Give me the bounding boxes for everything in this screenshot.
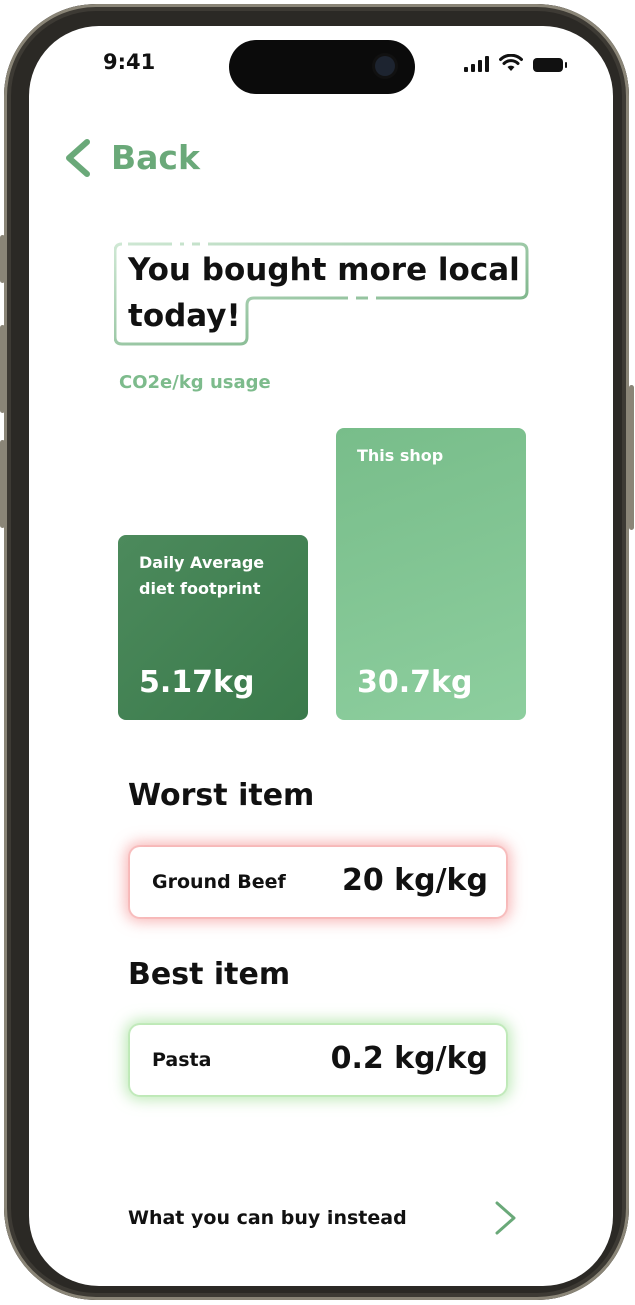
this-shop-card: This shop 30.7kg — [336, 428, 526, 720]
chevron-left-icon — [66, 138, 90, 177]
phone-frame: 9:41 Back You bought more local today! C… — [4, 4, 629, 1300]
back-button[interactable]: Back — [61, 138, 200, 177]
back-label: Back — [111, 138, 200, 177]
headline: You bought more local today! — [128, 252, 520, 334]
worst-item-value: 20 kg/kg — [341, 863, 488, 898]
power-button — [629, 385, 634, 530]
daily-average-label: Daily Average diet footprint — [139, 553, 265, 598]
best-item-card[interactable]: Pasta 0.2 kg/kg — [130, 1025, 506, 1095]
signal-icon — [464, 56, 489, 72]
dynamic-island — [229, 40, 415, 94]
arrow-right-icon — [423, 1201, 516, 1235]
camera-icon — [375, 56, 395, 76]
best-item-heading: Best item — [128, 957, 291, 992]
chart-subtitle: CO2e/kg usage — [119, 372, 271, 393]
screen: 9:41 Back You bought more local today! C… — [29, 26, 613, 1286]
buy-instead-label: What you can buy instead — [128, 1207, 407, 1229]
wifi-icon — [499, 54, 523, 71]
worst-item-card[interactable]: Ground Beef 20 kg/kg — [130, 847, 506, 917]
best-item-name: Pasta — [152, 1049, 212, 1071]
this-shop-label: This shop — [357, 446, 444, 465]
daily-average-card: Daily Average diet footprint 5.17kg — [118, 535, 308, 720]
worst-item-heading: Worst item — [128, 778, 315, 813]
headline-card: You bought more local today! — [114, 241, 529, 347]
status-time: 9:41 — [103, 50, 156, 74]
status-icons — [464, 54, 567, 72]
worst-item-name: Ground Beef — [152, 871, 286, 893]
volume-up-button — [0, 325, 5, 413]
buy-instead-link[interactable]: What you can buy instead — [128, 1198, 519, 1238]
volume-down-button — [0, 440, 5, 528]
battery-icon — [533, 58, 567, 72]
daily-average-value: 5.17kg — [139, 665, 255, 700]
side-button — [0, 235, 5, 283]
best-item-value: 0.2 kg/kg — [330, 1041, 488, 1076]
this-shop-value: 30.7kg — [357, 665, 473, 700]
